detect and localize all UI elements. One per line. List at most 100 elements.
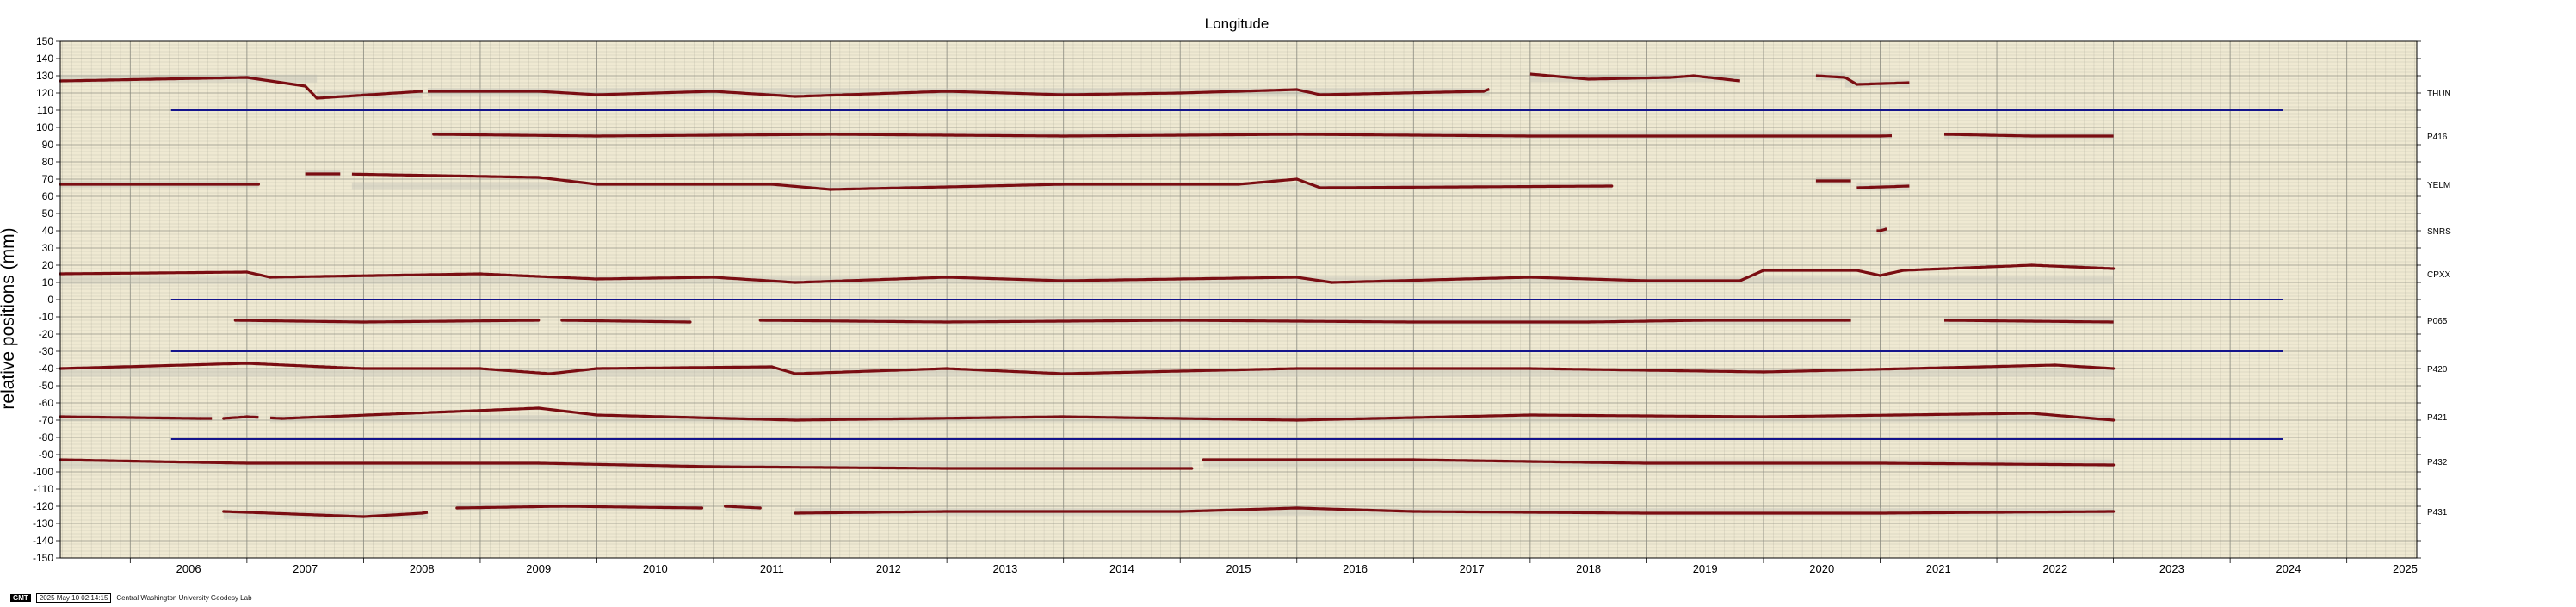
data-point bbox=[712, 276, 715, 279]
station-label: P421 bbox=[2427, 413, 2448, 423]
y-tick-label: 140 bbox=[36, 53, 53, 65]
data-point bbox=[1878, 511, 1882, 515]
data-point bbox=[1062, 279, 1066, 282]
data-point bbox=[560, 505, 564, 508]
y-tick-label: -80 bbox=[39, 431, 54, 443]
data-point bbox=[304, 84, 307, 88]
station-label: P432 bbox=[2427, 458, 2448, 468]
y-tick-label: -30 bbox=[39, 345, 54, 357]
data-point bbox=[770, 365, 774, 369]
data-point bbox=[537, 461, 541, 465]
y-tick-label: -120 bbox=[33, 500, 53, 512]
x-tick-label: 2007 bbox=[293, 562, 318, 575]
data-point bbox=[2111, 418, 2116, 422]
y-tick-label: 90 bbox=[42, 139, 54, 151]
data-point bbox=[1062, 372, 1066, 375]
data-point bbox=[794, 281, 797, 284]
data-point bbox=[256, 183, 261, 186]
series-trace bbox=[760, 319, 1851, 324]
data-point bbox=[537, 176, 541, 179]
station-label: SNRS bbox=[2427, 227, 2451, 237]
station-label: P420 bbox=[2427, 365, 2448, 375]
data-point bbox=[1412, 510, 1415, 513]
data-point bbox=[1062, 183, 1066, 186]
station-label: YELM bbox=[2427, 181, 2450, 190]
y-axis-label: relative positions (mm) bbox=[0, 227, 18, 409]
data-point bbox=[1319, 93, 1322, 96]
x-tick-label: 2024 bbox=[2276, 562, 2301, 575]
data-point bbox=[222, 417, 225, 420]
data-point bbox=[1295, 506, 1299, 510]
y-tick-label: 100 bbox=[36, 121, 53, 133]
data-point bbox=[689, 320, 692, 324]
data-point bbox=[1703, 319, 1707, 322]
data-point bbox=[1319, 186, 1322, 189]
data-point bbox=[245, 270, 249, 274]
data-point bbox=[595, 134, 599, 138]
data-point bbox=[1295, 177, 1299, 181]
data-point bbox=[1855, 269, 1858, 272]
data-point bbox=[1330, 281, 1334, 284]
data-point bbox=[1844, 319, 1847, 322]
data-point bbox=[245, 362, 249, 365]
data-point bbox=[945, 320, 948, 324]
x-tick-label: 2013 bbox=[992, 562, 1017, 575]
y-tick-label: -40 bbox=[39, 362, 54, 375]
data-point bbox=[1062, 134, 1066, 138]
data-point bbox=[1587, 320, 1591, 324]
data-point bbox=[420, 90, 423, 93]
data-point bbox=[1529, 367, 1532, 370]
y-tick-label: 70 bbox=[42, 173, 54, 185]
y-tick-label: -110 bbox=[34, 483, 53, 495]
y-tick-label: 130 bbox=[36, 70, 53, 82]
data-point bbox=[712, 90, 715, 93]
data-point bbox=[595, 183, 599, 186]
data-point bbox=[479, 367, 482, 370]
y-tick-label: -10 bbox=[39, 311, 54, 323]
data-point bbox=[1062, 415, 1066, 418]
data-point bbox=[222, 510, 225, 513]
data-point bbox=[1190, 467, 1194, 470]
x-tick-label: 2016 bbox=[1343, 562, 1368, 575]
x-tick-label: 2012 bbox=[876, 562, 901, 575]
data-point bbox=[1062, 93, 1066, 96]
station-label: P065 bbox=[2427, 317, 2448, 326]
data-point bbox=[1762, 370, 1765, 374]
x-tick-label: 2021 bbox=[1926, 562, 1951, 575]
y-tick-label: 120 bbox=[36, 87, 53, 99]
series-trace bbox=[235, 319, 539, 324]
y-tick-label: -50 bbox=[39, 380, 54, 392]
data-point bbox=[420, 511, 423, 515]
credit: Central Washington University Geodesy La… bbox=[116, 593, 252, 602]
data-point bbox=[537, 319, 541, 322]
data-point bbox=[361, 367, 366, 370]
data-point bbox=[1529, 134, 1532, 138]
data-point bbox=[199, 417, 202, 420]
data-point bbox=[1645, 279, 1649, 282]
data-point bbox=[595, 93, 599, 96]
series-trace bbox=[1856, 184, 1910, 189]
data-point bbox=[1295, 276, 1299, 279]
data-point bbox=[361, 320, 366, 324]
data-point bbox=[280, 417, 284, 420]
gmt-logo: GMT bbox=[10, 593, 31, 602]
y-tick-label: 20 bbox=[42, 259, 54, 271]
data-point bbox=[233, 319, 237, 322]
data-point bbox=[361, 515, 366, 518]
data-point bbox=[2030, 412, 2034, 415]
y-tick-label: 60 bbox=[42, 190, 54, 202]
data-point bbox=[245, 461, 249, 465]
data-point bbox=[794, 95, 797, 98]
x-tick-label: 2025 bbox=[2393, 562, 2418, 575]
data-point bbox=[1295, 133, 1299, 136]
data-point bbox=[828, 188, 832, 191]
data-point bbox=[595, 277, 599, 281]
y-tick-label: 0 bbox=[47, 294, 53, 306]
data-point bbox=[700, 506, 704, 510]
data-point bbox=[1884, 227, 1887, 231]
x-tick-label: 2023 bbox=[2159, 562, 2184, 575]
data-point bbox=[1762, 269, 1765, 272]
x-tick-label: 2014 bbox=[1109, 562, 1134, 575]
data-point bbox=[724, 505, 727, 508]
x-tick-label: 2022 bbox=[2042, 562, 2067, 575]
